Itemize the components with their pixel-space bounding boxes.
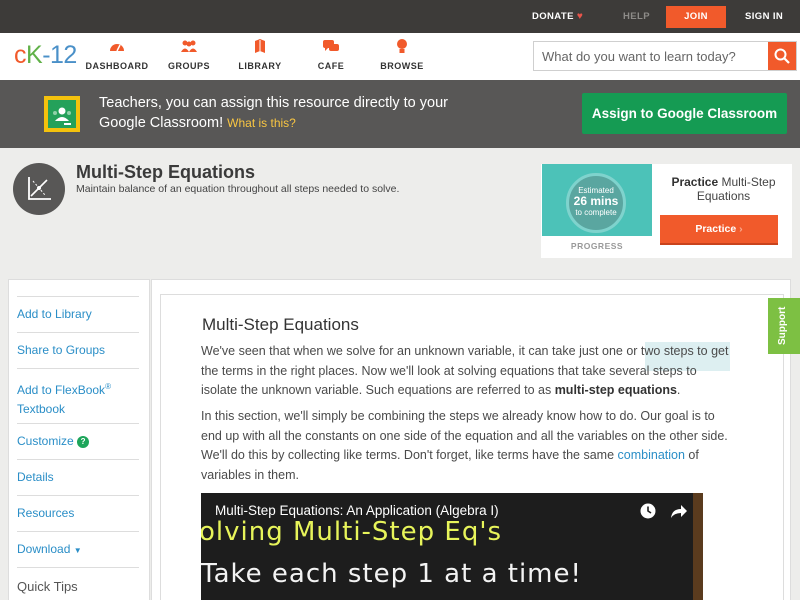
dashboard-icon [82,39,152,55]
search-box [533,41,797,71]
watch-later-icon[interactable] [639,502,657,520]
concept-graph-icon [13,163,65,215]
share-icon[interactable] [669,502,689,520]
sidebar: Add to Library Share to Groups Add to Fl… [8,279,150,600]
main-nav: cK-12 DASHBOARD GROUPS LIBRARY CAFE BROW… [0,33,800,80]
practice-title: Practice Multi-Step Equations [661,175,786,203]
sidebar-item-details[interactable]: Details [17,468,139,487]
chevron-right-icon: › [739,223,743,235]
support-label: Support [777,306,788,345]
article-paragraph-1: We've seen that when we solve for an unk… [201,342,729,401]
what-is-this-link[interactable]: What is this? [227,116,296,130]
help-question-icon[interactable]: ? [77,436,90,448]
practice-button-label: Practice [695,223,737,235]
video-title[interactable]: Multi-Step Equations: An Application (Al… [215,503,499,518]
sidebar-divider [17,368,139,369]
chalkboard-line-2: Take each step 1 at a time! [201,559,582,589]
to-complete-label: to complete [575,208,617,217]
combination-link[interactable]: combination [618,448,685,462]
groups-icon [154,39,224,55]
nav-browse[interactable]: BROWSE [367,39,437,71]
progress-label: PROGRESS [570,241,624,251]
logo-n: -12 [42,41,77,69]
sidebar-item-add-to-library[interactable]: Add to Library [17,305,139,324]
support-tab[interactable]: Support [768,298,800,354]
donate-link[interactable]: DONATE ♥ [532,0,583,33]
search-icon [774,48,790,64]
chalkboard-line-1: olving Multi-Step Eq's [201,517,503,547]
search-input[interactable] [534,42,768,70]
assign-google-classroom-button[interactable]: Assign to Google Classroom [582,93,787,134]
p1-end: . [676,383,681,397]
search-button[interactable] [768,42,796,70]
heart-icon: ♥ [576,11,584,22]
ck12-logo[interactable]: cK-12 [14,41,77,70]
sidebar-divider [17,459,139,460]
sidebar-divider [17,296,139,297]
practice-button[interactable]: Practice › [660,215,778,245]
logo-c: c [14,41,27,69]
nav-library[interactable]: LIBRARY [225,39,295,71]
sidebar-divider [17,423,139,424]
article-title: Multi-Step Equations [202,315,359,334]
nav-dashboard[interactable]: DASHBOARD [82,39,152,71]
nav-label: CAFE [317,61,345,71]
practice-card: Estimated 26 mins to complete PROGRESS P… [541,164,792,258]
google-classroom-icon [44,96,80,132]
video-player[interactable]: olving Multi-Step Eq's Take each step 1 … [201,493,703,600]
logo-k: K [26,41,43,69]
library-icon [225,39,295,55]
nav-label: DASHBOARD [85,61,149,71]
nav-label: LIBRARY [238,61,282,71]
help-link[interactable]: HELP [623,0,650,33]
sidebar-item-resources[interactable]: Resources [17,504,139,523]
sidebar-divider [17,531,139,532]
nav-label: BROWSE [380,61,424,71]
article-paragraph-2: In this section, we'll simply be combini… [201,407,729,485]
top-bar: DONATE ♥ HELP JOIN SIGN IN [0,0,800,33]
nav-cafe[interactable]: CAFE [296,39,366,71]
join-button[interactable]: JOIN [666,6,726,28]
p1-bold-term: multi-step equations [554,383,677,397]
cafe-icon [296,39,366,55]
quick-tips-heading: Quick Tips [17,579,78,594]
progress-image: Estimated 26 mins to complete [542,164,652,236]
estimated-time-badge: Estimated 26 mins to complete [566,173,626,233]
banner-message: Teachers, you can assign this resource d… [99,93,459,133]
video-controls [639,502,689,520]
concept-title: Multi-Step Equations [76,162,255,182]
flexbook-label: Add to FlexBook [17,383,106,397]
sign-in-link[interactable]: SIGN IN [745,0,783,33]
sidebar-item-customize[interactable]: Customize ? [17,432,139,451]
practice-title-bold: Practice [671,175,719,189]
sidebar-item-download[interactable]: Download ▼ [17,540,139,560]
estimated-mins: 26 mins [573,194,619,208]
nav-label: GROUPS [167,61,210,71]
sidebar-divider [17,567,139,568]
textbook-label: Textbook [17,402,66,416]
nav-groups[interactable]: GROUPS [154,39,224,71]
browse-icon [367,39,437,55]
customize-label: Customize [17,434,74,448]
sidebar-item-add-to-flexbook[interactable]: Add to FlexBook® Textbook [17,377,139,419]
sidebar-divider [17,332,139,333]
caret-down-icon: ▼ [73,546,82,555]
donate-label: DONATE [532,11,574,22]
registered-mark: ® [105,382,111,391]
chalkboard-frame [693,493,703,600]
download-label: Download [17,542,71,556]
sidebar-item-share-to-groups[interactable]: Share to Groups [17,341,139,360]
sidebar-divider [17,495,139,496]
concept-description: Maintain balance of an equation througho… [76,183,400,195]
